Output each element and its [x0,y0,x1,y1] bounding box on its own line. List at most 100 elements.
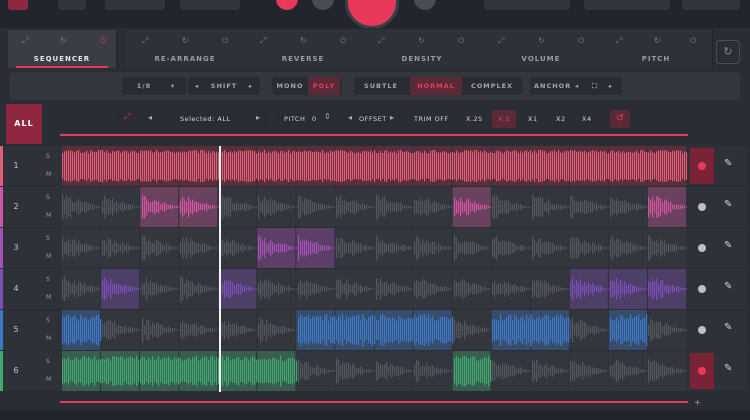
solo-button[interactable]: S [46,317,50,324]
solo-button[interactable]: S [46,153,50,160]
solo-button[interactable]: S [46,194,50,201]
edit-pencil-icon[interactable]: ✎ [724,281,732,292]
tab-sequencer[interactable]: ⤢ ↻ ⏻ SEQUENCER [8,30,117,68]
prev-lane-arrow-icon[interactable]: ◂ [148,113,152,122]
solo-button[interactable]: S [46,235,50,242]
solo-button[interactable]: S [46,276,50,283]
lane-waveform[interactable] [62,187,687,227]
top-grid-button[interactable] [58,0,86,10]
offset-left-arrow-icon[interactable]: ◂ [348,113,352,122]
top-field-2[interactable] [180,0,240,10]
top-knob-grey[interactable] [312,0,334,10]
lane-record-button[interactable] [690,353,714,389]
power-icon[interactable]: ⏻ [100,36,106,46]
top-field-3[interactable] [484,0,570,10]
tab-re-arrange[interactable]: ⤢ ↻ ⏻ RE-ARRANGE [126,30,245,68]
randomize-icon[interactable]: ⤢ [260,36,266,46]
edit-pencil-icon[interactable]: ✎ [724,199,732,210]
main-knob[interactable] [348,0,396,26]
lane-record-button[interactable] [690,312,714,348]
mono-button[interactable]: MONO [274,77,306,95]
speed-x4[interactable]: X4 [582,115,592,123]
complex-button[interactable]: COMPLEX [464,77,520,95]
top-field-1[interactable] [105,0,165,10]
top-toggle-left[interactable] [8,0,28,10]
shift-right-arrow-icon[interactable]: ▸ [244,77,258,95]
all-lanes-button[interactable]: ALL [6,104,42,144]
top-knob-grey-2[interactable] [414,0,436,10]
lane-number: 1 [13,161,19,170]
speed-x1[interactable]: X1 [528,115,538,123]
lane-record-button[interactable] [690,148,714,184]
mute-button[interactable]: M [46,335,51,342]
speed-x025[interactable]: X.25 [466,115,483,123]
next-lane-arrow-icon[interactable]: ▸ [256,113,260,122]
anchor-right-arrow-icon[interactable]: ▸ [604,77,618,95]
trim-off-button[interactable]: TRIM OFF [414,115,449,123]
add-lane-icon[interactable]: + [694,398,701,407]
anchor-target-icon[interactable]: ⛶ [586,77,604,95]
edit-pencil-icon[interactable]: ✎ [724,363,732,374]
randomize-icon[interactable]: ⤢ [498,36,504,46]
stepper-arrows-icon[interactable]: ⇕ [324,112,331,121]
cycle-icon[interactable]: ↻ [418,36,425,45]
tab-density[interactable]: ⤢ ↻ ⏻ DENSITY [362,30,483,68]
shift-left-arrow-icon[interactable]: ◂ [190,77,204,95]
power-icon[interactable]: ⏻ [340,36,346,46]
power-icon[interactable]: ⏻ [690,36,696,46]
rate-select[interactable]: 1/8 ▾ [122,77,186,95]
bottom-position-bar[interactable] [60,401,688,403]
mute-button[interactable]: M [46,294,51,301]
speed-x2[interactable]: X2 [556,115,566,123]
lane-waveform[interactable] [62,269,687,309]
top-field-4[interactable] [584,0,670,10]
cycle-icon[interactable]: ↻ [300,36,307,45]
edit-pencil-icon[interactable]: ✎ [724,158,732,169]
speed-x05[interactable]: X.5 [498,115,510,123]
randomize-icon[interactable]: ⤢ [616,36,622,46]
edit-pencil-icon[interactable]: ✎ [724,322,732,333]
power-icon[interactable]: ⏻ [222,36,228,46]
footer-bar [0,410,750,420]
reset-icon[interactable]: ↺ [610,110,630,128]
tab-volume[interactable]: ⤢ ↻ ⏻ VOLUME [482,30,601,68]
lane-record-button[interactable] [690,271,714,307]
edit-pencil-icon[interactable]: ✎ [724,240,732,251]
tab-pitch[interactable]: ⤢ ↻ ⏻ PITCH [600,30,713,68]
top-knob-red[interactable] [276,0,298,10]
subtle-button[interactable]: SUBTLE [356,77,406,95]
record-dot-icon [698,326,706,334]
lane-number: 2 [13,202,19,211]
cycle-icon[interactable]: ↻ [182,36,189,45]
mute-button[interactable]: M [46,171,51,178]
anchor-left-arrow-icon[interactable]: ◂ [570,77,584,95]
lane-waveform[interactable] [62,228,687,268]
lane-waveform[interactable] [62,351,687,391]
refresh-all-icon[interactable]: ↻ [716,40,740,64]
power-icon[interactable]: ⏻ [578,36,584,46]
lane-waveform[interactable] [62,146,687,186]
randomize-icon[interactable]: ⤢ [22,36,28,46]
normal-button[interactable]: NORMAL [410,77,462,95]
tab-reverse[interactable]: ⤢ ↻ ⏻ REVERSE [244,30,363,68]
mute-button[interactable]: M [46,212,51,219]
randomize-icon[interactable]: ⤢ [378,36,384,46]
lane-record-button[interactable] [690,189,714,225]
mute-button[interactable]: M [46,253,51,260]
cycle-icon[interactable]: ↻ [538,36,545,45]
offset-right-arrow-icon[interactable]: ▸ [390,113,394,122]
top-field-5[interactable] [682,0,740,10]
lane-waveform[interactable] [62,310,687,350]
power-icon[interactable]: ⏻ [458,36,464,46]
playhead[interactable] [219,146,221,392]
randomize-icon[interactable]: ⤢ [124,112,130,122]
cycle-icon[interactable]: ↻ [60,36,67,45]
mute-button[interactable]: M [46,376,51,383]
position-bar[interactable] [60,134,688,136]
cycle-icon[interactable]: ↻ [654,36,661,45]
randomize-icon[interactable]: ⤢ [142,36,148,46]
pitch-stepper[interactable]: PITCH 0 ⇕ [278,110,336,128]
solo-button[interactable]: S [46,358,50,365]
lane-record-button[interactable] [690,230,714,266]
poly-button[interactable]: POLY [308,77,340,95]
